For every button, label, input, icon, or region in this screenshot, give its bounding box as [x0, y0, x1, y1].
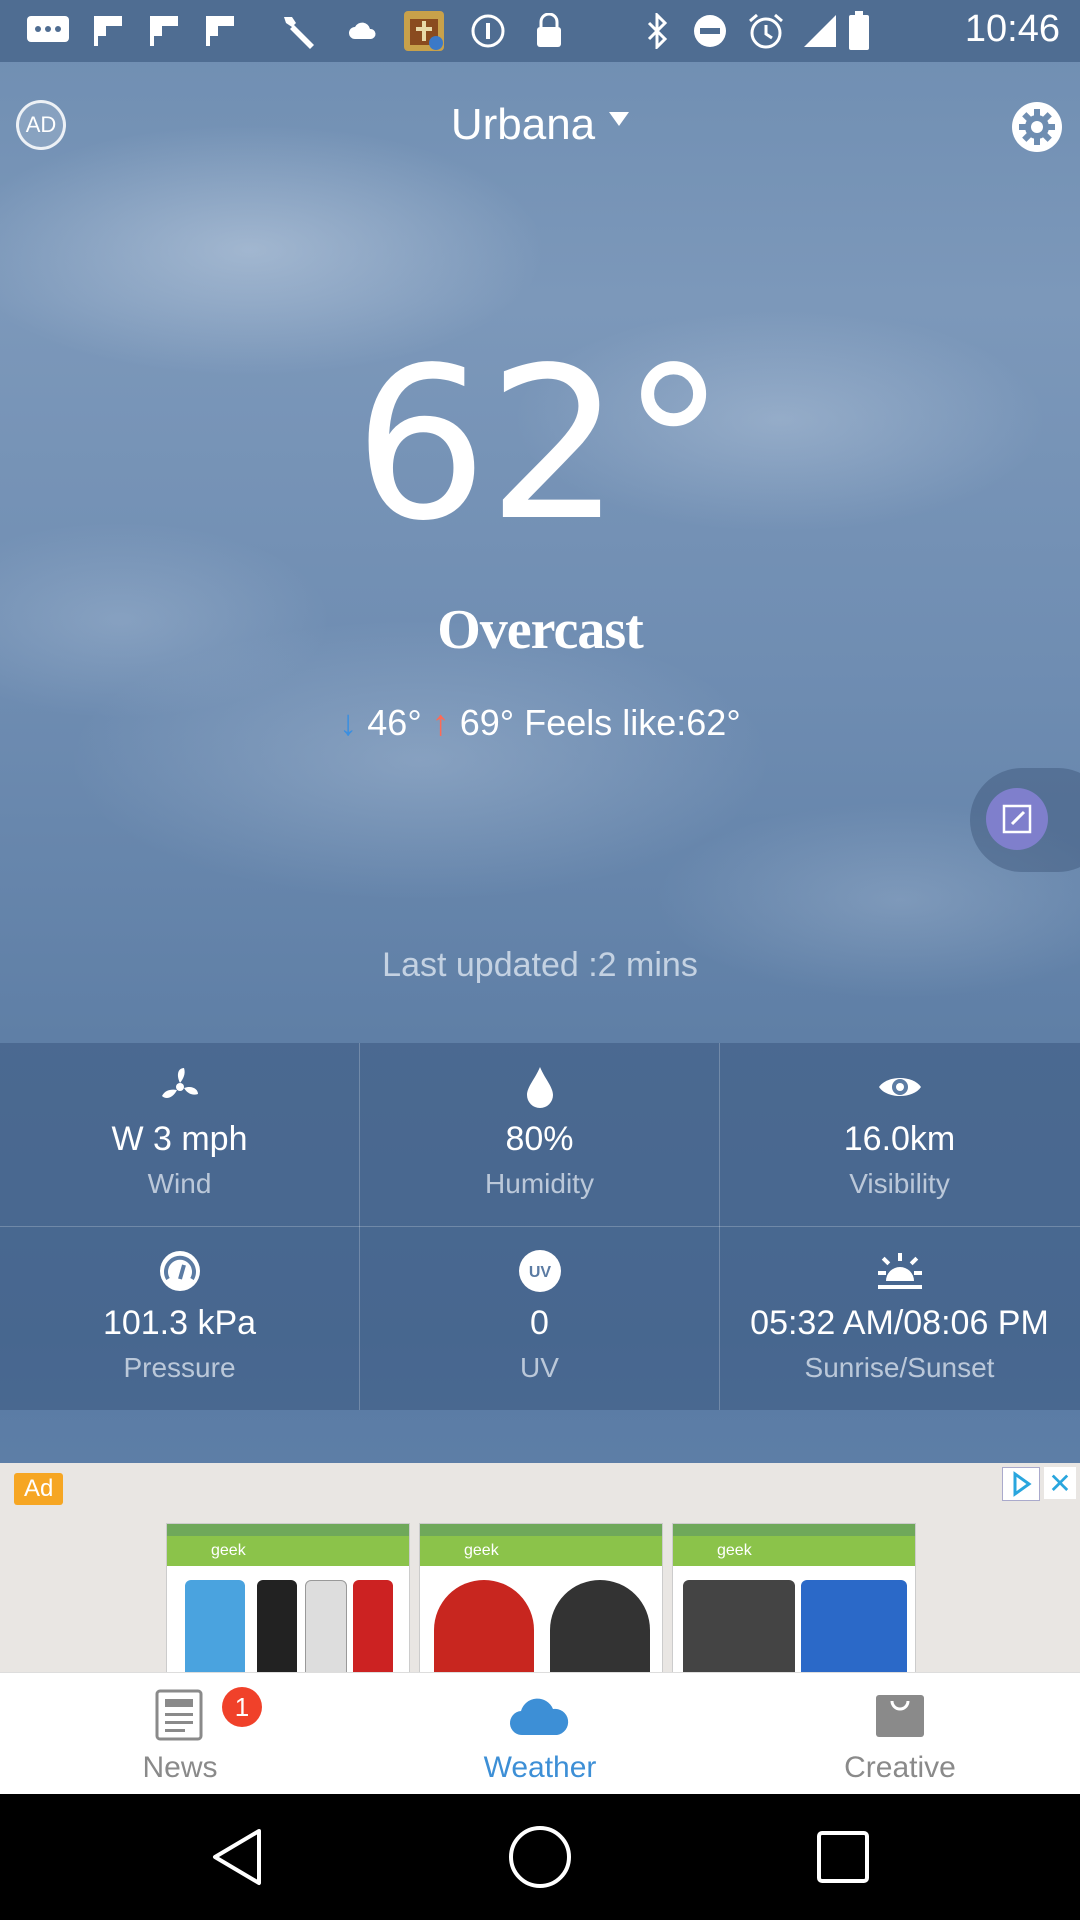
stat-value: 101.3 kPa: [102, 1304, 257, 1342]
weather-details-grid: W 3 mph Wind 80% Humidity 16.0km Visibil…: [0, 1043, 1080, 1410]
ad-image-statusbar: [673, 1524, 915, 1536]
ad-image-search: geek: [673, 1536, 915, 1566]
signal-icon: [800, 12, 840, 50]
arrow-up-icon: ↑: [431, 702, 450, 743]
flipboard-icon: [90, 12, 126, 50]
cloud-icon: [346, 12, 380, 50]
high-temp: 69°: [459, 702, 515, 743]
headphones-image: [550, 1580, 650, 1672]
edit-button[interactable]: [986, 788, 1048, 850]
home-icon: [509, 1826, 571, 1888]
eye-icon: [720, 1065, 1079, 1109]
topics-app-icon: [402, 11, 446, 51]
system-nav-bar: [0, 1794, 1080, 1920]
stat-label: Sunrise/Sunset: [804, 1352, 995, 1383]
headlamp-image: [683, 1580, 795, 1672]
stat-label: Pressure: [123, 1352, 236, 1383]
city-name: Urbana: [450, 100, 596, 149]
stat-pressure: 101.3 kPa Pressure: [0, 1227, 359, 1410]
ad-image-search: geek: [167, 1536, 409, 1566]
recents-button[interactable]: [810, 1824, 876, 1890]
lock-icon: [532, 12, 566, 50]
low-temp: 46°: [367, 702, 422, 743]
stat-label: Humidity: [485, 1168, 594, 1199]
home-button[interactable]: [507, 1824, 573, 1890]
ad-tag: Ad: [14, 1473, 64, 1505]
stat-label: Wind: [147, 1168, 212, 1199]
last-updated: Last updated :2 mins: [382, 946, 698, 984]
tab-label: News: [142, 1751, 218, 1784]
ad-banner[interactable]: Ad ✕ geek geek geek: [0, 1463, 1080, 1672]
watch-image: [257, 1580, 297, 1672]
bluetooth-icon: [640, 12, 674, 50]
stat-uv: UV 0 UV: [360, 1227, 719, 1410]
stat-sunrise-sunset: 05:32 AM/08:06 PM Sunrise/Sunset: [720, 1227, 1079, 1410]
back-icon: [213, 1829, 261, 1885]
stat-value: W 3 mph: [111, 1120, 248, 1158]
alarm-icon: [746, 12, 786, 50]
svg-text:UV: UV: [528, 1264, 551, 1281]
ad-image-statusbar: [420, 1524, 662, 1536]
battery-icon: [846, 11, 872, 50]
arrow-down-icon: ↓: [339, 702, 358, 743]
temp-range: ↓ 46° ↑ 69° Feels like:62°: [0, 702, 1080, 744]
ad-product-image: geek: [419, 1523, 663, 1672]
status-bar: 10:46: [0, 0, 1080, 62]
bottom-nav: 1 News Weather Creative: [0, 1672, 1080, 1795]
uv-icon: UV: [360, 1249, 719, 1293]
wind-icon: [0, 1065, 359, 1109]
back-button[interactable]: [204, 1824, 270, 1890]
news-icon: [0, 1685, 360, 1745]
status-time: 10:46: [964, 8, 1060, 50]
news-badge: 1: [222, 1687, 262, 1727]
pressure-gauge-icon: [0, 1249, 359, 1293]
city-selector[interactable]: Urbana: [0, 100, 1080, 150]
flashlight-image: [801, 1580, 907, 1672]
stat-value: 16.0km: [843, 1120, 956, 1158]
edit-icon: [1002, 804, 1032, 834]
watch-image: [353, 1580, 393, 1672]
tab-weather[interactable]: Weather: [360, 1673, 720, 1795]
flipboard-icon: [202, 12, 238, 50]
cloud-icon: [360, 1685, 720, 1745]
tab-label: Weather: [483, 1751, 597, 1784]
chat-icon: [26, 12, 70, 50]
stat-value: 05:32 AM/08:06 PM: [750, 1304, 1049, 1342]
stat-visibility: 16.0km Visibility: [720, 1043, 1079, 1226]
tab-label: Creative: [844, 1751, 956, 1784]
stat-value: 0: [530, 1304, 549, 1342]
stat-label: Visibility: [849, 1168, 950, 1199]
stat-value: 80%: [505, 1120, 574, 1158]
stat-label: UV: [520, 1352, 559, 1383]
stat-humidity: 80% Humidity: [360, 1043, 719, 1226]
ad-close-button[interactable]: ✕: [1044, 1467, 1076, 1499]
ad-image-statusbar: [167, 1524, 409, 1536]
dnd-icon: [690, 12, 730, 50]
headphones-image: [434, 1580, 534, 1672]
sky-background: [0, 0, 1080, 1672]
chevron-down-icon: [609, 112, 630, 127]
phone-image: [185, 1580, 245, 1672]
stat-wind: W 3 mph Wind: [0, 1043, 359, 1226]
humidity-drop-icon: [360, 1065, 719, 1109]
wrench-icon: [276, 12, 320, 50]
ad-image-search: geek: [420, 1536, 662, 1566]
tab-creative[interactable]: Creative: [720, 1673, 1080, 1795]
weather-condition: Overcast: [437, 599, 644, 661]
watch-image: [305, 1580, 347, 1672]
bag-icon: [720, 1685, 1080, 1745]
info-icon: [470, 12, 506, 50]
feels-like: Feels like:62°: [524, 702, 741, 743]
recents-icon: [817, 1831, 869, 1883]
ad-product-image: geek: [672, 1523, 916, 1672]
flipboard-icon: [146, 12, 182, 50]
ad-choices-icon[interactable]: [1002, 1467, 1040, 1501]
ad-product-image: geek: [166, 1523, 410, 1672]
sunrise-icon: [720, 1249, 1079, 1293]
settings-gear-icon[interactable]: [1010, 100, 1064, 154]
tab-news[interactable]: 1 News: [0, 1673, 360, 1795]
current-temperature: 62°: [353, 322, 727, 567]
